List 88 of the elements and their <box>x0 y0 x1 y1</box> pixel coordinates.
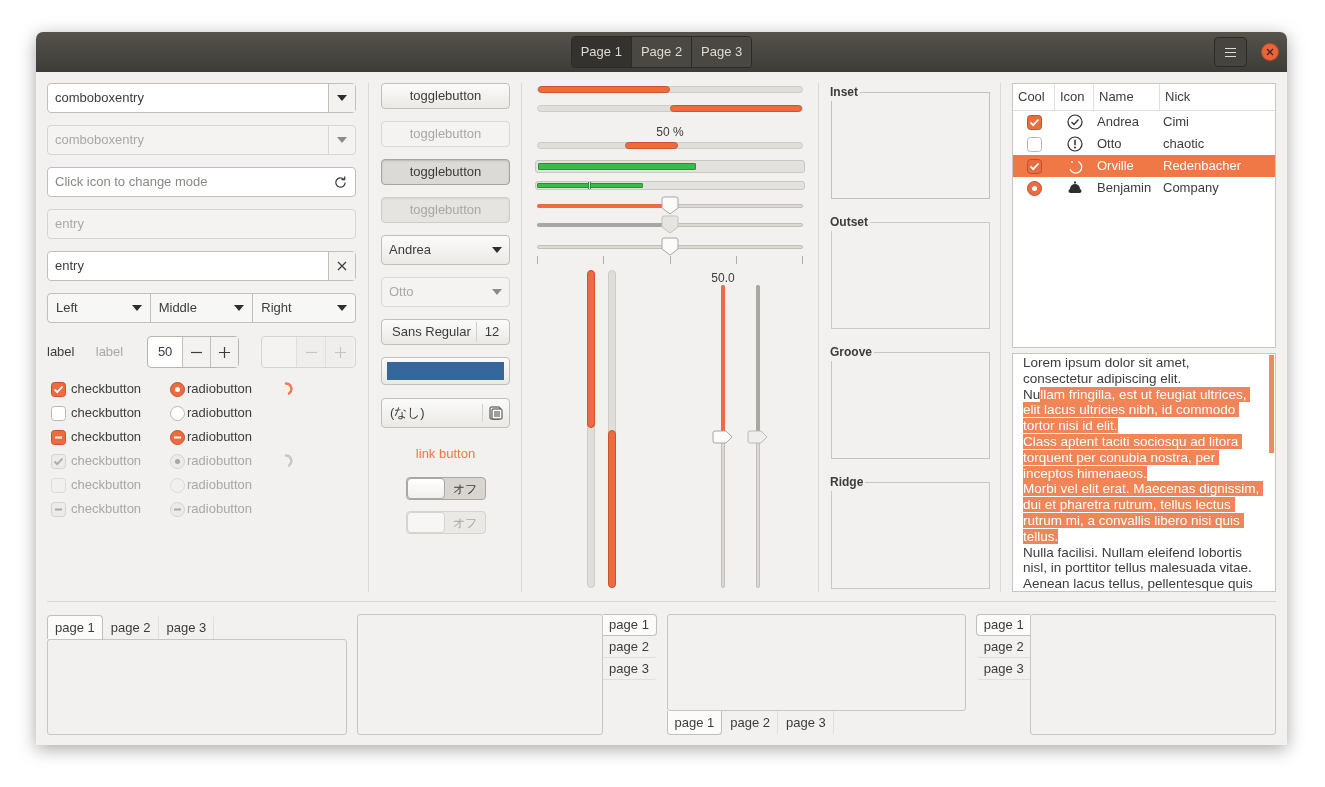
checkbox[interactable] <box>1026 158 1042 174</box>
dropdown-arrow-icon <box>337 95 347 101</box>
checkbox-label[interactable]: checkbutton <box>71 403 142 423</box>
file-chooser-button[interactable]: (なし) <box>381 398 510 428</box>
refresh-icon[interactable] <box>333 174 348 190</box>
close-icon[interactable] <box>1261 43 1279 61</box>
radio-label[interactable]: radiobutton <box>187 379 253 399</box>
notebook-tab[interactable]: page 3 <box>602 658 657 680</box>
slider-thumb[interactable] <box>661 237 679 257</box>
header-tab[interactable]: Page 3 <box>691 37 752 67</box>
frame-label: Groove <box>830 344 873 361</box>
slider[interactable] <box>537 197 803 215</box>
radio-label[interactable]: radiobutton <box>187 403 253 423</box>
frame-label: Outset <box>830 214 869 231</box>
checkbox[interactable] <box>51 429 66 445</box>
combo-box[interactable]: Left <box>48 294 150 322</box>
nick-cell-text: Cimi <box>1162 113 1190 132</box>
scrollbar-thumb[interactable] <box>1269 355 1274 453</box>
dropdown-arrow-icon <box>131 305 142 311</box>
tree-row[interactable]: Benjamin Company <box>1013 177 1275 199</box>
combo-entry[interactable]: comboboxentry <box>47 83 356 113</box>
dropdown-arrow-icon <box>337 305 347 311</box>
name-cell-text: Andrea <box>1096 113 1140 132</box>
dropdown-arrow-icon <box>492 247 502 253</box>
radio-button[interactable] <box>1026 180 1042 196</box>
dropdown-arrow-icon <box>492 289 502 295</box>
toggle-button[interactable]: togglebutton <box>381 159 510 185</box>
header-tab[interactable]: Page 1 <box>571 37 631 67</box>
toggle-button[interactable]: togglebutton <box>381 83 510 109</box>
tree-row[interactable]: Andrea Cimi <box>1013 111 1275 133</box>
nick-cell-text: chaotic <box>1162 135 1206 154</box>
frame-label: Ridge <box>830 474 865 491</box>
radio-button[interactable] <box>170 429 185 445</box>
label: label <box>47 343 76 362</box>
notebook-tab[interactable]: page 3 <box>778 711 834 735</box>
input-field[interactable]: Click icon to change mode <box>47 167 356 197</box>
checkbox[interactable] <box>1026 114 1042 130</box>
notebook-tab[interactable]: page 2 <box>602 636 657 658</box>
dropdown-arrow-icon <box>234 305 245 311</box>
vertical-slider[interactable] <box>748 285 768 588</box>
notebook-tab[interactable]: page 1 <box>602 614 657 636</box>
frame-label: Inset <box>830 84 859 101</box>
name-cell-text: Otto <box>1096 135 1123 154</box>
menu-button[interactable] <box>1214 37 1247 67</box>
plus-icon[interactable] <box>219 346 231 358</box>
radio-button[interactable] <box>170 405 185 421</box>
slider-thumb[interactable] <box>712 429 734 444</box>
toggle-switch[interactable]: オフ <box>405 477 486 500</box>
checkbox[interactable] <box>51 405 66 421</box>
notebook-tab[interactable]: page 1 <box>976 614 1031 636</box>
checkbox[interactable] <box>1026 136 1042 152</box>
slider-value: 50.0 <box>711 269 735 287</box>
document-icon <box>489 406 503 420</box>
slider[interactable] <box>537 238 803 256</box>
vertical-slider[interactable] <box>713 285 733 588</box>
menu-icon <box>1225 47 1236 57</box>
combo-box[interactable]: Right <box>252 294 355 322</box>
combo-box[interactable]: Andrea <box>381 235 510 265</box>
radio-label[interactable]: radiobutton <box>187 427 253 447</box>
spin-button[interactable]: 50 <box>147 336 240 368</box>
checkbox[interactable] <box>51 381 66 397</box>
notebook-tab[interactable]: page 1 <box>666 711 723 735</box>
clear-icon[interactable] <box>337 261 347 271</box>
checkbox-label[interactable]: checkbutton <box>71 427 142 447</box>
label: label <box>95 343 125 362</box>
notebook-tab[interactable]: page 2 <box>722 711 779 735</box>
input-field[interactable]: entry <box>47 251 356 281</box>
column-header[interactable]: Name <box>1094 84 1160 110</box>
checkmark-circle-icon <box>1066 114 1083 130</box>
name-cell-text: Benjamin <box>1096 179 1153 198</box>
warning-icon <box>1066 136 1083 152</box>
column-header[interactable]: Icon <box>1055 84 1094 110</box>
nick-cell-text: Company <box>1162 179 1220 198</box>
notebook-tab[interactable]: page 1 <box>47 615 103 639</box>
header-tab[interactable]: Page 2 <box>630 37 692 67</box>
tree-row[interactable]: Otto chaotic <box>1013 133 1275 155</box>
column-header[interactable]: Nick <box>1160 84 1275 110</box>
dropdown-arrow-icon <box>337 137 347 143</box>
name-cell-text: Orville <box>1096 157 1135 176</box>
column-header[interactable]: Cool <box>1013 84 1055 110</box>
nick-cell-text: Redenbacher <box>1162 157 1243 176</box>
progress-text: 50 % <box>656 124 684 141</box>
checkbox-label[interactable]: checkbutton <box>71 379 142 399</box>
color-button[interactable] <box>381 357 510 385</box>
slider-thumb[interactable] <box>661 196 679 216</box>
font-button[interactable]: Sans Regular 12 <box>381 319 510 345</box>
combo-box[interactable]: Middle <box>149 294 253 322</box>
radio-button[interactable] <box>170 381 185 397</box>
